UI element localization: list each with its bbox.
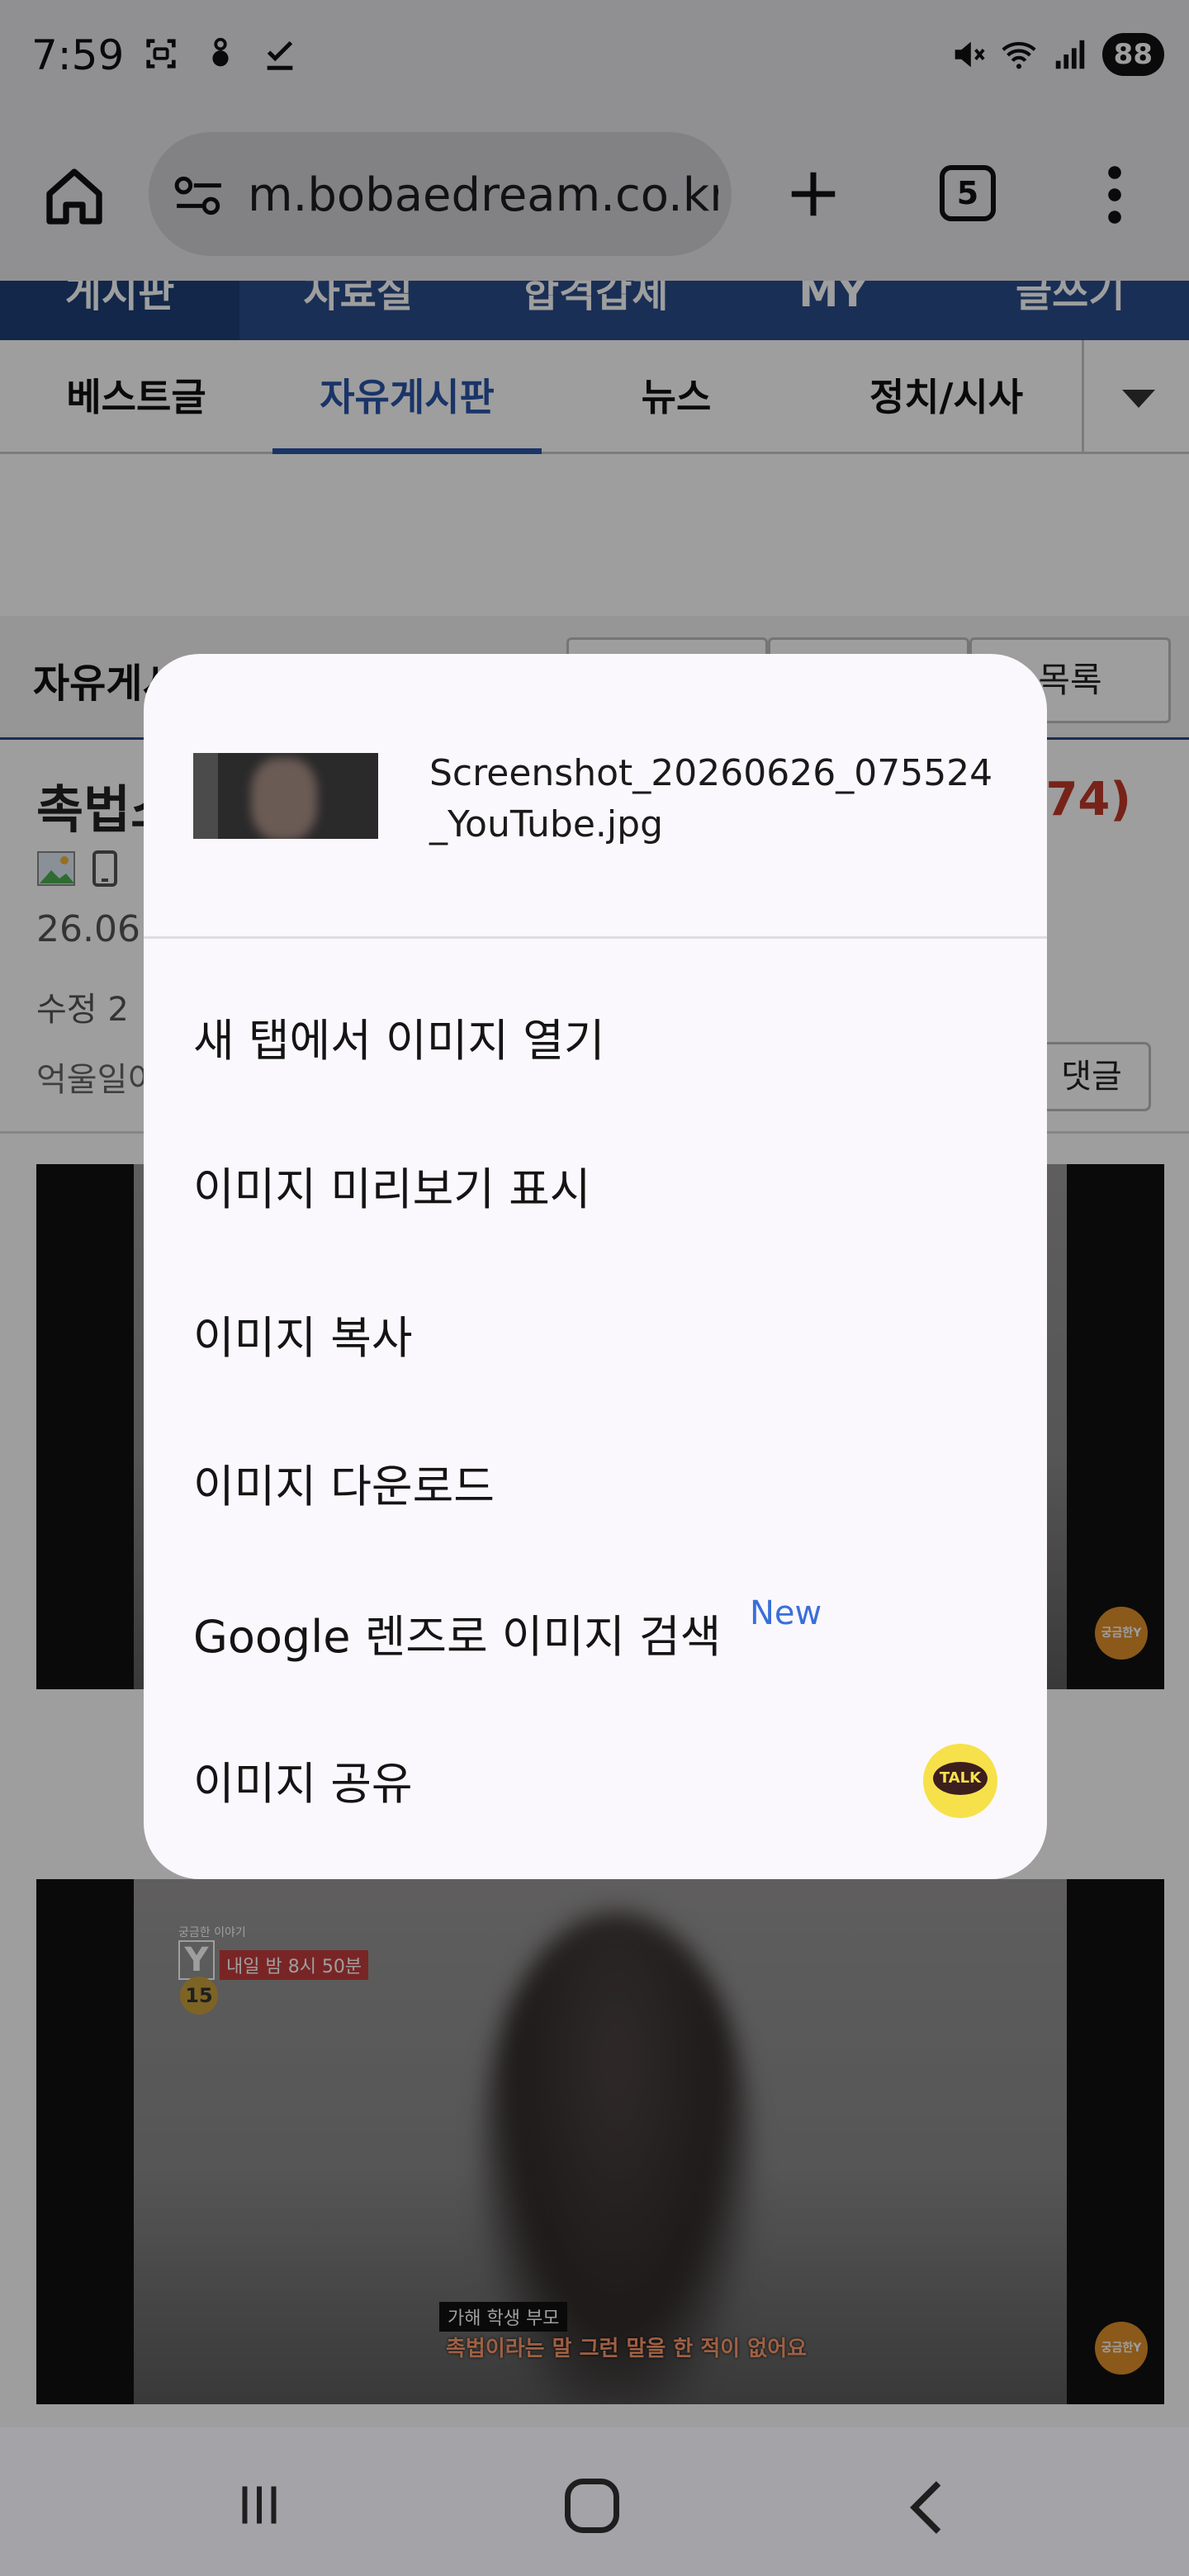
divider xyxy=(144,936,1047,939)
image-context-menu: Screenshot_20260626_075524_YouTube.jpg 새… xyxy=(144,654,1047,1879)
recent-apps-icon[interactable] xyxy=(233,2480,286,2530)
image-file-name: Screenshot_20260626_075524_YouTube.jpg xyxy=(429,752,993,845)
kakaotalk-icon[interactable]: TALK xyxy=(923,1744,997,1818)
copy-image-item[interactable]: 이미지 복사 xyxy=(193,1276,1002,1400)
kakaotalk-label: TALK xyxy=(933,1762,988,1795)
new-badge: New xyxy=(750,1594,822,1632)
back-icon[interactable] xyxy=(907,2479,946,2536)
image-thumbnail xyxy=(193,753,378,839)
open-image-new-tab-item[interactable]: 새 탭에서 이미지 열기 xyxy=(193,979,1002,1103)
share-image-item[interactable]: 이미지 공유 xyxy=(193,1722,854,1846)
download-image-item[interactable]: 이미지 다운로드 xyxy=(193,1425,1002,1549)
google-lens-search-item[interactable]: Google 렌즈로 이미지 검색 xyxy=(193,1575,771,1699)
home-button-icon[interactable] xyxy=(565,2479,619,2533)
show-image-preview-item[interactable]: 이미지 미리보기 표시 xyxy=(193,1128,1002,1252)
system-navigation-bar xyxy=(0,2427,1189,2576)
